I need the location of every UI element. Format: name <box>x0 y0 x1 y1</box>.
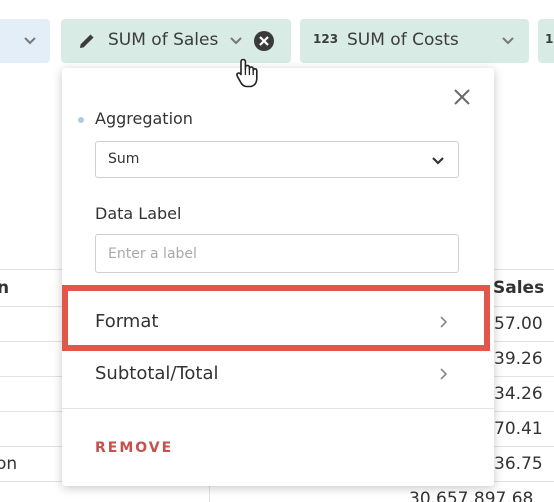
field-options-popover: Aggregation Sum Data Label Format Subtot… <box>62 68 494 486</box>
table-cell: on <box>0 454 18 474</box>
pill-label: SUM of Sales <box>108 30 219 50</box>
chevron-down-icon <box>432 157 444 165</box>
table-cell: 36.75 <box>494 454 543 474</box>
subtotal-total-label: Subtotal/Total <box>95 363 219 384</box>
table-cell: 39.26 <box>494 349 543 369</box>
column-header-sales[interactable]: Sales <box>493 278 544 298</box>
data-label-label: Data Label <box>95 204 182 223</box>
table-cell: 57.00 <box>494 314 543 334</box>
previous-field-pill[interactable] <box>0 19 50 63</box>
format-highlight-box <box>62 285 490 351</box>
table-cell: 34.26 <box>494 384 543 404</box>
menu-divider <box>62 408 494 409</box>
numeric-type-icon: 123 <box>313 32 339 46</box>
next-field-pill[interactable]: 1 <box>538 19 554 63</box>
table-total-cell: 30,657,897.68 <box>409 489 534 502</box>
data-label-input[interactable] <box>95 234 459 273</box>
x-circle-icon[interactable] <box>253 30 275 52</box>
status-dot <box>78 117 84 123</box>
table-cell: 70.41 <box>494 419 543 439</box>
chevron-down-icon[interactable] <box>228 32 244 48</box>
pencil-icon <box>80 34 94 48</box>
chevron-down-icon[interactable] <box>500 32 516 48</box>
column-header[interactable]: n <box>0 278 9 298</box>
hand-cursor-icon <box>236 58 258 88</box>
close-icon[interactable] <box>451 86 473 108</box>
pill-label: SUM of Costs <box>347 30 459 50</box>
aggregation-value: Sum <box>108 151 140 167</box>
subtotal-total-menu-item[interactable]: Subtotal/Total <box>62 350 494 398</box>
chevron-right-icon <box>440 368 448 380</box>
sum-of-costs-pill[interactable]: 123 SUM of Costs <box>300 19 529 63</box>
aggregation-label: Aggregation <box>95 109 193 128</box>
remove-button[interactable]: REMOVE <box>95 440 173 456</box>
aggregation-select[interactable]: Sum <box>95 141 459 178</box>
chevron-down-icon[interactable] <box>22 32 38 48</box>
numeric-type-icon: 1 <box>545 32 554 46</box>
sum-of-sales-pill[interactable]: SUM of Sales <box>61 19 291 63</box>
